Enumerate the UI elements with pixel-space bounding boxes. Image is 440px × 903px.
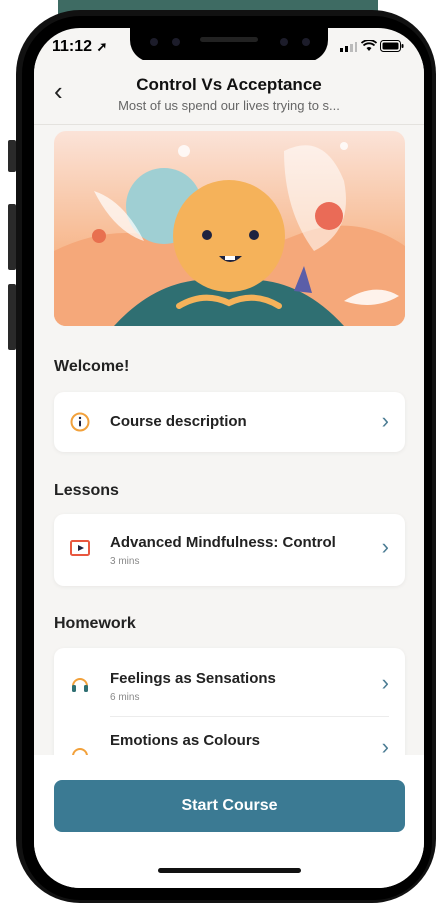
camera-dot xyxy=(302,38,310,46)
welcome-card: Course description › xyxy=(54,392,405,452)
location-arrow-icon: ➚ xyxy=(96,39,108,54)
page-subtitle: Most of us spend our lives trying to s..… xyxy=(118,98,340,113)
sensor-dot xyxy=(172,38,180,46)
page-title: Control Vs Acceptance xyxy=(136,75,322,94)
chevron-right-icon: › xyxy=(381,670,389,695)
sensor-dot xyxy=(150,38,158,46)
info-icon xyxy=(70,412,90,432)
course-description-row[interactable]: Course description › xyxy=(54,392,405,452)
chevron-right-icon: › xyxy=(381,534,389,559)
status-icons xyxy=(339,39,404,55)
row-duration: 6 mins xyxy=(110,692,140,703)
section-heading-welcome: Welcome! xyxy=(54,358,130,375)
row-divider xyxy=(110,716,389,717)
row-duration: 3 mins xyxy=(110,556,140,567)
lesson-row-advanced-mindfulness[interactable]: Advanced Mindfulness: Control 3 mins › xyxy=(54,518,405,578)
row-label: Advanced Mindfulness: Control xyxy=(110,534,336,551)
status-time: 11:12 ➚ xyxy=(52,38,107,56)
chevron-right-icon: › xyxy=(381,408,389,433)
course-hero-illustration xyxy=(54,131,405,326)
header: ‹ Control Vs Acceptance Most of us spend… xyxy=(34,60,424,125)
headphones-icon xyxy=(72,678,88,692)
section-heading-lessons: Lessons xyxy=(54,482,119,499)
speaker-grille xyxy=(200,37,258,42)
lessons-card: Advanced Mindfulness: Control 3 mins › xyxy=(54,514,405,586)
section-heading-homework: Homework xyxy=(54,615,136,632)
row-label: Emotions as Colours xyxy=(110,732,261,749)
row-label: Feelings as Sensations xyxy=(110,670,276,687)
volume-down-button xyxy=(8,284,16,350)
home-indicator[interactable] xyxy=(158,868,301,873)
row-label: Course description xyxy=(110,413,247,430)
mute-switch xyxy=(8,140,16,172)
phone-notch xyxy=(130,28,328,62)
video-icon xyxy=(70,540,90,556)
phone-screen: 11:12 ➚ ‹ Control Vs Acceptance Most of … xyxy=(34,28,424,888)
sensor-dot xyxy=(280,38,288,46)
signal-icon xyxy=(340,42,358,52)
volume-up-button xyxy=(8,204,16,270)
start-course-button[interactable]: Start Course xyxy=(54,780,405,832)
battery-icon xyxy=(380,40,404,52)
time-text: 11:12 xyxy=(52,38,93,55)
smiling-orange-character-illustration xyxy=(54,131,405,326)
homework-row-feelings-as-sensations[interactable]: Feelings as Sensations 6 mins › xyxy=(54,654,405,714)
wifi-icon xyxy=(360,39,377,51)
